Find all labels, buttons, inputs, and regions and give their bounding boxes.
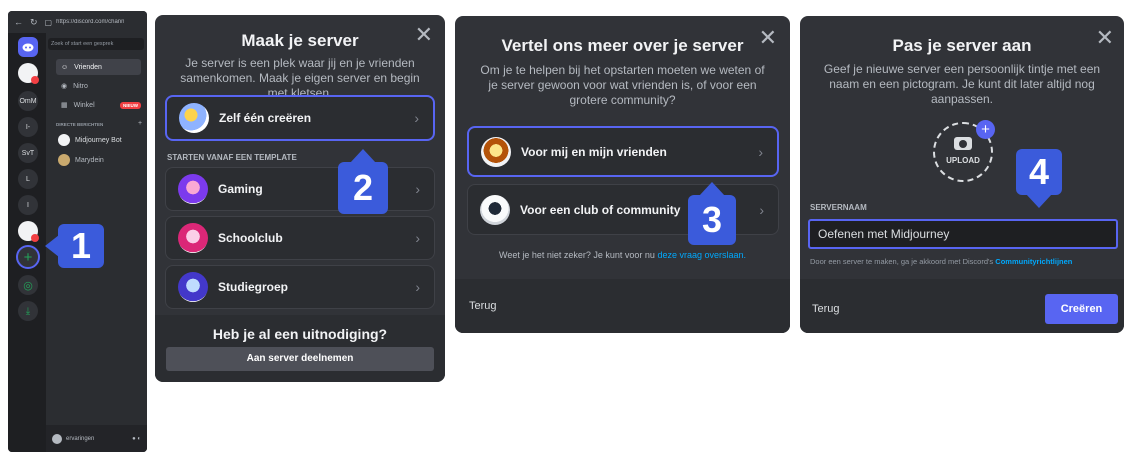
avatar: [58, 154, 70, 166]
guild-i[interactable]: I: [18, 195, 38, 215]
create-own-icon: [179, 103, 209, 133]
agreement-text: Door een server te maken, ga je akkoord …: [810, 257, 1073, 266]
chevron-right-icon: ›: [415, 181, 420, 197]
skip-text: Weet je het niet zeker? Je kunt voor nu …: [498, 250, 746, 260]
template-studiegroep[interactable]: Studiegroep ›: [165, 265, 435, 309]
chevron-right-icon: ›: [759, 201, 764, 218]
camera-icon: [954, 137, 972, 150]
step-badge-1: 1: [45, 224, 104, 268]
modal-footer: [455, 279, 790, 333]
sidebar-item-nitro[interactable]: ◉ Nitro: [56, 78, 141, 94]
friends-illustration-icon: [481, 136, 511, 167]
nitro-icon: ◉: [61, 83, 68, 90]
skip-link[interactable]: deze vraag overslaan.: [657, 250, 746, 260]
avatar: [58, 134, 70, 146]
step-badge-3: 3: [688, 182, 736, 245]
chevron-right-icon: ›: [415, 279, 420, 295]
guidelines-link[interactable]: Communityrichtlijnen: [995, 257, 1072, 266]
back-button[interactable]: Terug: [812, 303, 840, 315]
new-badge: NIEUW: [120, 101, 141, 109]
add-server-button[interactable]: +: [16, 245, 40, 269]
school-club-icon: [178, 223, 208, 253]
chevron-right-icon: ›: [414, 110, 419, 126]
dm-item-marydein[interactable]: Marydein: [56, 152, 141, 168]
explore-icon[interactable]: ◎: [18, 275, 38, 295]
modal-subtitle: Geef je nieuwe server een persoonlijk ti…: [823, 62, 1101, 106]
back-icon[interactable]: ←: [14, 17, 23, 27]
study-group-icon: [178, 272, 208, 302]
upload-label: UPLOAD: [946, 156, 980, 165]
server-name-input[interactable]: Oefenen met Midjourney: [808, 219, 1118, 249]
chevron-right-icon: ›: [415, 230, 420, 246]
sidebar-item-vrienden[interactable]: ☺ Vrienden: [56, 59, 141, 75]
user-panel: ervaringen ● ◐: [46, 425, 147, 452]
plus-icon: +: [976, 120, 995, 139]
server-name-label: SERVERNAAM: [810, 203, 867, 212]
step-badge-4: 4: [1016, 149, 1062, 208]
gaming-icon: [178, 174, 208, 204]
dm-header: DIRECTE BERICHTEN: [56, 122, 104, 127]
url-bar[interactable]: https://discord.com/chann: [56, 19, 124, 25]
create-button[interactable]: Creëren: [1045, 294, 1118, 324]
guild-list: OmM I- SvT L I + ◎ ⤓: [8, 33, 48, 452]
option-friends[interactable]: Voor mij en mijn vrienden ›: [467, 126, 779, 177]
join-server-button[interactable]: Aan server deelnemen: [166, 347, 434, 371]
modal-title: Pas je server aan: [892, 36, 1032, 55]
chevron-right-icon: ›: [758, 143, 763, 160]
shop-icon: ▦: [61, 102, 68, 109]
guild-omm[interactable]: OmM: [18, 91, 38, 111]
notification-badge: [31, 76, 39, 84]
customize-server-modal: ✕ Pas je server aan Geef je nieuwe serve…: [800, 16, 1124, 333]
notification-badge: [31, 234, 39, 242]
sidebar-item-winkel[interactable]: ▦ Winkel NIEUW: [56, 97, 141, 113]
invite-heading: Heb je al een uitnodiging?: [212, 326, 388, 342]
add-dm-icon[interactable]: +: [138, 120, 142, 127]
step-badge-2: 2: [338, 149, 388, 214]
template-schoolclub[interactable]: Schoolclub ›: [165, 216, 435, 260]
guild-svt[interactable]: SvT: [18, 143, 38, 163]
avatar: [52, 433, 62, 444]
modal-title: Maak je server: [241, 31, 359, 50]
dm-item-midjourney-bot[interactable]: Midjourney Bot: [56, 132, 141, 148]
friends-icon: ☺: [61, 63, 69, 71]
create-server-modal: ✕ Maak je server Je server is een plek w…: [155, 15, 445, 382]
browser-bar: ← ↻ ▢ https://discord.com/chann: [8, 11, 147, 33]
template-header: STARTEN VANAF EEN TEMPLATE: [167, 153, 297, 162]
template-gaming[interactable]: Gaming ›: [165, 167, 435, 211]
reload-icon[interactable]: ↻: [30, 17, 38, 28]
window-icon: ▢: [44, 17, 53, 27]
server-purpose-modal: ✕ Vertel ons meer over je server Om je t…: [455, 16, 790, 333]
create-own-option[interactable]: Zelf één creëren ›: [165, 95, 435, 141]
modal-title: Vertel ons meer over je server: [501, 36, 744, 55]
download-icon[interactable]: ⤓: [18, 301, 38, 321]
server-avatar-icon[interactable]: [18, 63, 39, 84]
discord-home-icon[interactable]: [18, 37, 38, 57]
back-button[interactable]: Terug: [469, 300, 497, 312]
upload-button[interactable]: UPLOAD +: [933, 120, 995, 182]
guild-l[interactable]: L: [18, 169, 38, 189]
search-input[interactable]: Zoek of start een gesprek: [48, 38, 144, 50]
community-illustration-icon: [480, 194, 510, 225]
guild-i-dash[interactable]: I-: [18, 117, 38, 137]
server-avatar-icon[interactable]: [18, 221, 39, 242]
mic-icon[interactable]: ● ◐: [132, 436, 141, 442]
modal-subtitle: Om je te helpen bij het opstarten moeten…: [480, 63, 765, 107]
